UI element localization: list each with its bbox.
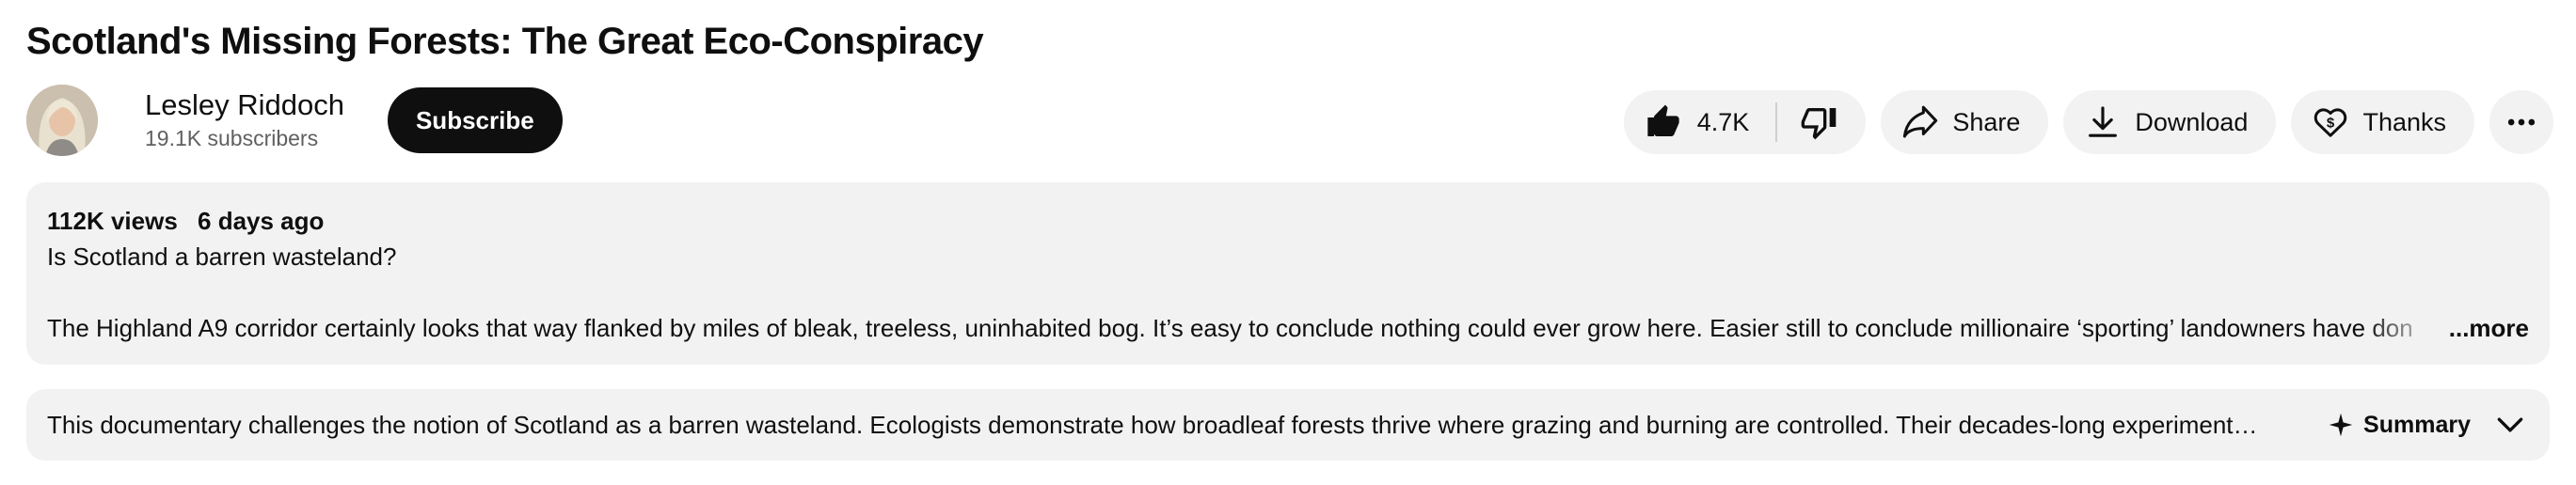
show-more-link[interactable]: ...more [2363, 310, 2529, 346]
ai-summary-bar: This documentary challenges the notion o… [26, 389, 2550, 461]
share-button[interactable]: Share [1881, 90, 2049, 154]
channel-avatar[interactable] [26, 85, 98, 156]
dislike-button[interactable] [1777, 90, 1866, 154]
description-meta: 112K views 6 days ago [47, 203, 2529, 239]
chevron-down-icon[interactable] [2491, 406, 2529, 444]
upload-age: 6 days ago [198, 207, 325, 235]
share-label: Share [1952, 107, 2021, 136]
channel-meta: Lesley Riddoch 19.1K subscribers [145, 87, 344, 153]
svg-text:$: $ [2327, 115, 2335, 131]
download-button[interactable]: Download [2063, 90, 2277, 154]
thumbs-down-icon [1801, 108, 1837, 140]
description-line-2: The Highland A9 corridor certainly looks… [47, 314, 2413, 342]
thanks-icon: $ [2314, 108, 2347, 137]
description-line-2-wrap: The Highland A9 corridor certainly looks… [47, 310, 2529, 346]
subscriber-count: 19.1K subscribers [145, 126, 319, 150]
sparkle-icon [2329, 413, 2353, 437]
channel-name[interactable]: Lesley Riddoch [145, 87, 344, 123]
thanks-label: Thanks [2362, 107, 2446, 136]
like-dislike-group: 4.7K [1623, 90, 1867, 154]
avatar-portrait-icon [26, 85, 98, 156]
like-button[interactable]: 4.7K [1624, 90, 1776, 154]
download-icon [2089, 106, 2118, 137]
subscribe-button[interactable]: Subscribe [387, 87, 563, 153]
description-box[interactable]: 112K views 6 days ago Is Scotland a barr… [26, 182, 2550, 365]
summary-button[interactable]: Summary [2328, 412, 2471, 439]
summary-text: This documentary challenges the notion o… [47, 410, 2258, 439]
action-bar: 4.7K Share Download $ Thanks [1623, 90, 2553, 154]
download-label: Download [2135, 107, 2249, 136]
thanks-button[interactable]: $ Thanks [2291, 90, 2474, 154]
view-count: 112K views [47, 207, 178, 235]
more-options-icon [2507, 118, 2536, 126]
summary-label: Summary [2363, 411, 2471, 438]
thumbs-up-icon [1647, 104, 1679, 136]
like-count: 4.7K [1696, 107, 1750, 136]
video-title: Scotland's Missing Forests: The Great Ec… [26, 21, 984, 62]
more-options-button[interactable] [2489, 90, 2553, 154]
channel-owner: Lesley Riddoch 19.1K subscribers Subscri… [26, 83, 563, 158]
share-icon [1903, 105, 1938, 138]
description-line-1: Is Scotland a barren wasteland? [47, 242, 397, 271]
